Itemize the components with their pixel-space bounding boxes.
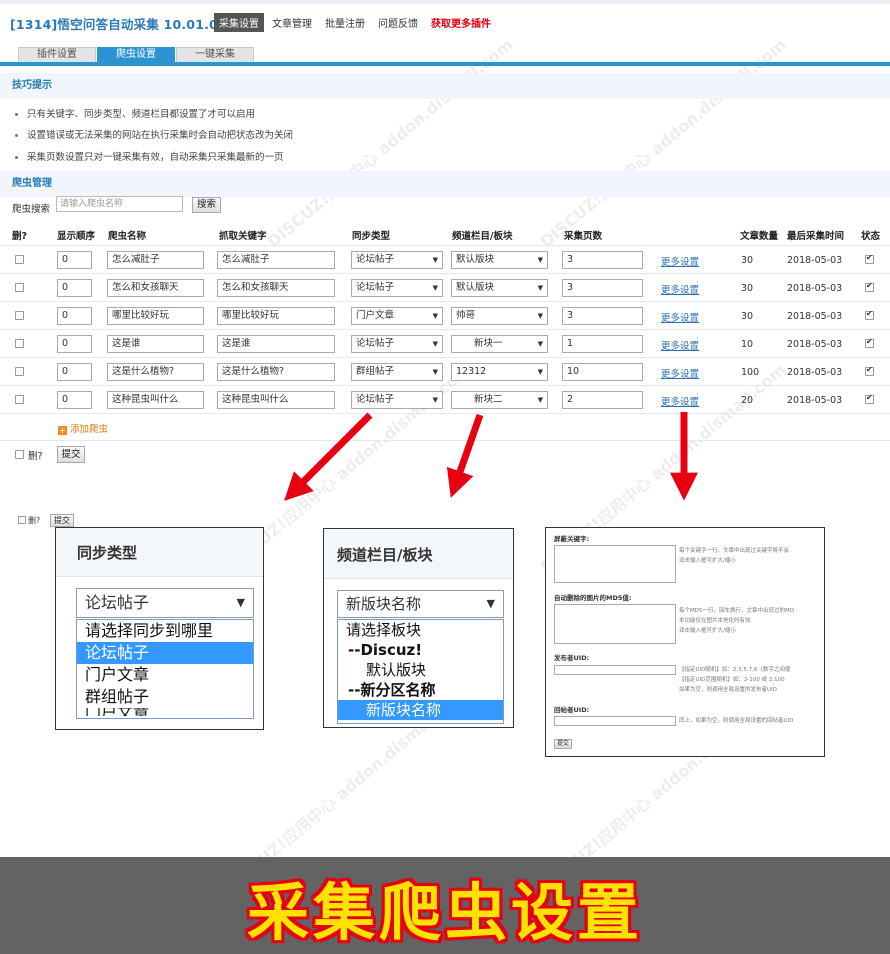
field-note: 双击输入框可扩大/缩小 (679, 628, 736, 634)
popup-submit-button[interactable]: 提交 (554, 739, 572, 749)
reply-uid-input[interactable] (554, 716, 676, 726)
sync-type-select-open[interactable]: 论坛帖子 ▼ (76, 588, 254, 618)
field-note: 如果为空，则调用全局设置的发布者UID (679, 687, 777, 693)
dropdown-arrow-icon: ▼ (486, 597, 495, 610)
popup-title: 同步类型 (77, 544, 138, 562)
sync-type-options: 请选择同步到哪里 论坛帖子 门户文章 群组帖子 门户文章 (76, 619, 254, 719)
field-note: 本功能仅在图片本地化时有效 (679, 618, 751, 624)
channel-select-open[interactable]: 新版块名称 ▼ (337, 590, 504, 618)
arrow-to-sync-popup (284, 412, 373, 501)
option-highlighted[interactable]: 新版块名称 (338, 700, 503, 720)
md5-textarea[interactable] (554, 604, 676, 644)
field-note: 【指定UID随机】如：2,3,5,7,6（数字之间使 (679, 667, 791, 673)
option[interactable]: 请选择同步到哪里 (77, 620, 253, 642)
option[interactable]: 请选择板块 (338, 620, 503, 640)
select-value: 新版块名称 (346, 595, 422, 613)
option[interactable]: 默认版块 (338, 660, 503, 680)
field-label: 屏蔽关键字: (554, 535, 590, 543)
divider (324, 578, 513, 579)
field-label: 自动删除的图片的MD5值: (554, 594, 632, 602)
dropdown-arrow-icon: ▼ (236, 596, 245, 609)
arrows-overlay (284, 412, 698, 501)
option-highlighted[interactable]: 论坛帖子 (77, 642, 253, 664)
option-partial: 门户文章 (77, 708, 253, 716)
blocked-keywords-textarea[interactable] (554, 545, 676, 583)
divider (56, 576, 263, 577)
field-note: 【指定UID范围随机】如：2-100 或 2,100 (679, 677, 785, 683)
channel-options: 请选择板块 --Discuz! 默认版块 --新分区名称 新版块名称 (337, 619, 504, 724)
field-note: 同上，如果为空，则调用全局设置的回帖者UID (679, 718, 794, 724)
field-note: 双击输入框可扩大/缩小 (679, 558, 736, 564)
channel-popup: 频道栏目/板块 新版块名称 ▼ 请选择板块 --Discuz! 默认版块 --新分… (323, 528, 514, 728)
popup-title: 频道栏目/板块 (337, 546, 433, 564)
option-group: --新分区名称 (348, 681, 436, 699)
more-settings-popup: 屏蔽关键字: 每个关键字一行，文章中出现过关键字将不会 双击输入框可扩大/缩小 … (545, 527, 825, 757)
field-note: 每个关键字一行，文章中出现过关键字将不会 (679, 548, 790, 554)
banner-title: 采集爬虫设置 (246, 876, 643, 949)
arrow-to-channel-popup (446, 413, 484, 498)
option[interactable]: 门户文章 (77, 664, 253, 686)
sync-type-popup: 同步类型 论坛帖子 ▼ 请选择同步到哪里 论坛帖子 门户文章 群组帖子 门户文章 (55, 527, 264, 730)
field-label: 回帖者UID: (554, 706, 590, 714)
option-group: --Discuz! (348, 641, 423, 659)
publisher-uid-input[interactable] (554, 665, 676, 675)
field-note: 每个MD5一行，回车换行，文章中出现过的MD (679, 608, 794, 614)
field-label: 发布者UID: (554, 654, 590, 662)
select-value: 论坛帖子 (85, 593, 150, 612)
option[interactable]: 群组帖子 (77, 686, 253, 708)
